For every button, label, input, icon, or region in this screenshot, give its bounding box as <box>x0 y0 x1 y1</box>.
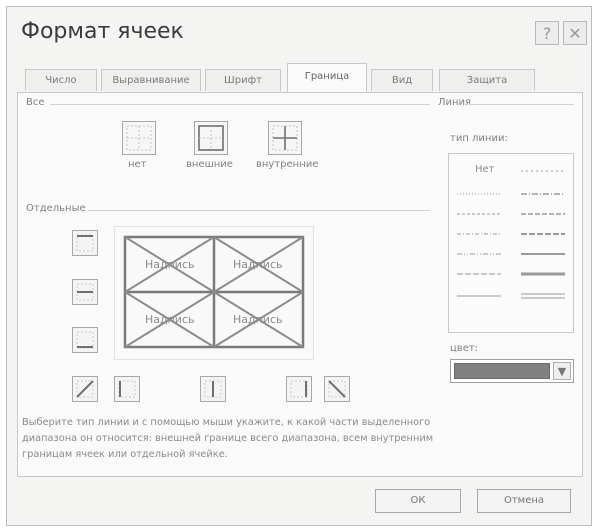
tab-strip: Число Выравнивание Шрифт Граница Вид Защ… <box>17 63 583 93</box>
title-bar: Формат ячеек ? ✕ <box>7 7 591 55</box>
border-right-icon <box>290 380 308 398</box>
border-right-button[interactable] <box>286 376 312 402</box>
dialog-title: Формат ячеек <box>21 19 184 44</box>
instructions-line: диапазона он относится: внешней границе … <box>22 433 434 444</box>
border-none-icon <box>126 125 152 151</box>
line-color-dropdown[interactable]: ▼ <box>450 359 574 383</box>
ok-button[interactable]: ОК <box>375 489 461 513</box>
line-style-label: тип линии: <box>450 133 508 144</box>
instructions-line: границам ячеек или отдельной ячейке. <box>22 449 228 460</box>
preview-cell-text: Надпись <box>145 258 195 271</box>
preset-none-button[interactable] <box>122 121 156 155</box>
presets-separator <box>50 104 430 105</box>
border-inside-icon <box>272 125 298 151</box>
border-outline-icon <box>198 125 224 151</box>
individual-section-label: Отдельные <box>26 203 86 214</box>
cancel-button[interactable]: Отмена <box>477 489 571 513</box>
line-color-swatch <box>454 363 550 379</box>
individual-separator <box>88 210 430 211</box>
tab-fill[interactable]: Вид <box>371 69 433 91</box>
tab-number[interactable]: Число <box>25 69 97 91</box>
preset-inside-label: внутренние <box>256 159 319 170</box>
preview-cell-text: Надпись <box>145 313 195 326</box>
instructions-text: Выберите тип линии и с помощью мыши укаж… <box>22 415 578 463</box>
instructions-line: Выберите тип линии и с помощью мыши укаж… <box>22 417 431 428</box>
border-inside-vertical-icon <box>204 380 222 398</box>
preview-cell-text: Надпись <box>233 313 283 326</box>
help-icon[interactable]: ? <box>535 21 559 45</box>
border-tab-panel: Все нет внешние внутренние Отдельные Над… <box>17 92 583 477</box>
preview-cell-text: Надпись <box>233 258 283 271</box>
border-preview[interactable]: Надпись Надпись Надпись Надпись <box>114 226 314 360</box>
border-inside-vertical-button[interactable] <box>200 376 226 402</box>
border-inside-horizontal-icon <box>76 283 94 301</box>
border-bottom-icon <box>76 331 94 349</box>
close-icon[interactable]: ✕ <box>563 21 587 45</box>
tab-border[interactable]: Граница <box>287 63 367 93</box>
border-left-icon <box>118 380 136 398</box>
border-top-icon <box>76 234 94 252</box>
diagonal-down-icon <box>328 380 346 398</box>
tab-alignment[interactable]: Выравнивание <box>101 69 201 91</box>
border-diagonal-up-button[interactable] <box>72 376 98 402</box>
tab-font[interactable]: Шрифт <box>205 69 281 91</box>
tab-protection[interactable]: Защита <box>439 69 535 91</box>
border-diagonal-down-button[interactable] <box>324 376 350 402</box>
preview-grid <box>123 235 305 349</box>
border-top-button[interactable] <box>72 230 98 256</box>
format-cells-dialog: Формат ячеек ? ✕ Число Выравнивание Шриф… <box>6 6 592 526</box>
preset-inside-button[interactable] <box>268 121 302 155</box>
border-inside-horizontal-button[interactable] <box>72 279 98 305</box>
line-color-label: цвет: <box>450 343 479 354</box>
line-separator <box>468 104 574 105</box>
chevron-down-icon[interactable]: ▼ <box>553 362 571 380</box>
line-style-samples <box>457 170 565 299</box>
presets-section-label: Все <box>26 97 45 108</box>
border-left-button[interactable] <box>114 376 140 402</box>
line-section-label: Линия <box>438 97 472 108</box>
preset-outline-label: внешние <box>186 159 233 170</box>
border-bottom-button[interactable] <box>72 327 98 353</box>
preset-none-label: нет <box>128 159 147 170</box>
line-style-list[interactable]: Нет <box>448 153 574 333</box>
diagonal-up-icon <box>76 380 94 398</box>
preset-outline-button[interactable] <box>194 121 228 155</box>
